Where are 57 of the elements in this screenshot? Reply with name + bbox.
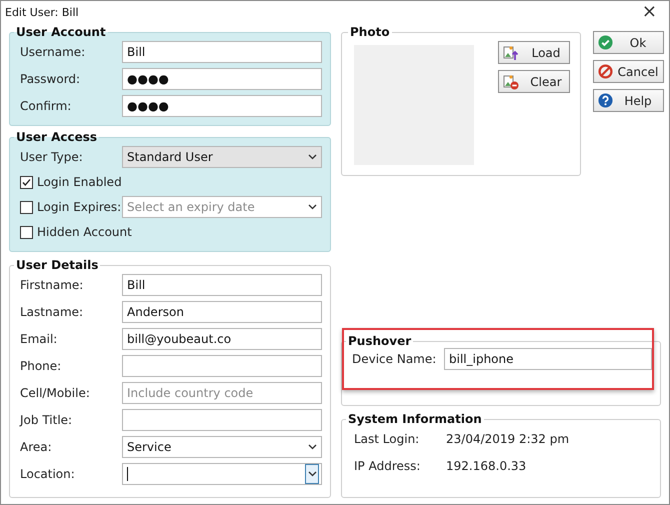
checkbox-label: Hidden Account (37, 225, 132, 239)
field-label: User Type: (20, 150, 84, 164)
group-title: Photo (349, 25, 391, 39)
input-field[interactable] (122, 355, 322, 377)
check-icon (598, 35, 613, 50)
help-icon (598, 93, 613, 108)
cancel-button[interactable]: Cancel (593, 60, 664, 83)
field-label: Username: (20, 45, 86, 59)
cancel-icon (598, 64, 613, 79)
dropdown[interactable] (122, 463, 322, 485)
info-label: Last Login: (354, 432, 420, 446)
group-title: User Account (15, 25, 107, 39)
group-title: User Access (15, 130, 98, 144)
input-field[interactable]: Anderson (122, 301, 322, 323)
input-field[interactable]: Include country code (122, 382, 322, 404)
dropdown[interactable]: Service (122, 436, 322, 458)
checkbox-label: Login Enabled (37, 175, 122, 189)
info-value: 23/04/2019 2:32 pm (446, 432, 570, 446)
input-field[interactable]: ●●●● (122, 95, 322, 117)
close-button[interactable]: × (638, 3, 661, 21)
field-label: Lastname: (20, 305, 84, 319)
chevron-icon (308, 471, 316, 477)
input-field[interactable] (122, 409, 322, 431)
info-label: IP Address: (354, 459, 422, 473)
checkbox[interactable] (20, 176, 33, 188)
field-label: Device Name: (352, 352, 438, 366)
image-remove-icon (503, 74, 519, 90)
checkbox[interactable] (20, 226, 33, 238)
info-value: 192.168.0.33 (446, 459, 526, 473)
group-title: User Details (15, 258, 100, 272)
load-button[interactable]: Load (498, 41, 570, 64)
field-label: Area: (20, 440, 53, 454)
chevron-icon (308, 154, 316, 160)
window-title: Edit User: Bill (5, 6, 79, 18)
input-field[interactable]: bill@youbeaut.co (122, 328, 322, 350)
field-label: Location: (20, 467, 76, 481)
field-label: Email: (20, 332, 58, 346)
input-field[interactable]: bill_iphone (444, 348, 652, 370)
checkbox-label: Login Expires: (37, 200, 122, 214)
ok-button[interactable]: Ok (593, 31, 664, 54)
field-label: Phone: (20, 359, 62, 373)
field-label: Firstname: (20, 278, 84, 292)
field-label: Password: (20, 72, 82, 86)
field-label: Cell/Mobile: (20, 386, 91, 400)
clear-button[interactable]: Clear (498, 70, 570, 93)
input-field[interactable]: Bill (122, 41, 322, 63)
checkbox[interactable] (20, 200, 33, 214)
chevron-icon (308, 444, 316, 450)
field-label: Job Title: (20, 413, 74, 427)
image-upload-icon (503, 44, 519, 60)
group-title: Pushover (347, 334, 412, 348)
input-field[interactable]: Bill (122, 274, 322, 296)
field-label: Confirm: (20, 99, 72, 113)
chevron-icon (308, 204, 316, 210)
input-field[interactable]: ●●●● (122, 68, 322, 90)
group-title: System Information (347, 412, 483, 426)
help-button[interactable]: Help (593, 89, 664, 112)
